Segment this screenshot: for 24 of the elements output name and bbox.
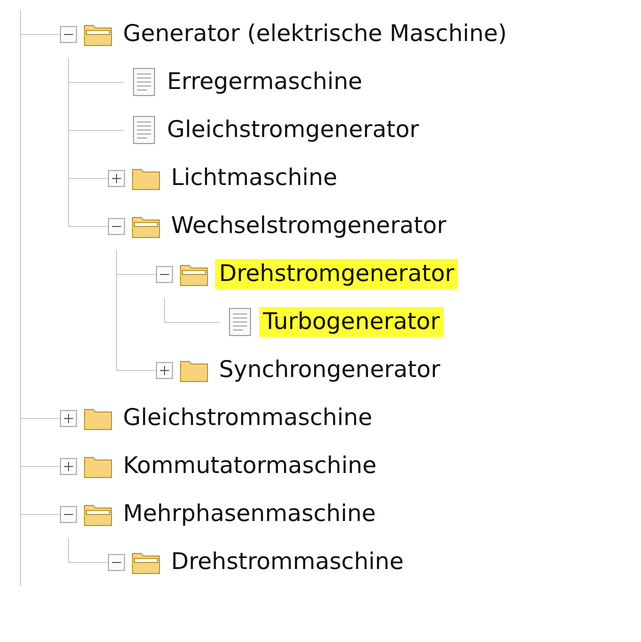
tree-item-label[interactable]: Mehrphasenmaschine bbox=[119, 499, 380, 529]
tree-item-label[interactable]: Drehstrommaschine bbox=[167, 547, 408, 577]
expand-toggle[interactable] bbox=[108, 170, 125, 186]
tree-item-label[interactable]: Wechselstromgenerator bbox=[167, 211, 450, 241]
tree-item-label[interactable]: Lichtmaschine bbox=[167, 163, 342, 193]
tree-item-label[interactable]: Synchrongenerator bbox=[215, 355, 444, 385]
expand-toggle[interactable] bbox=[60, 410, 77, 426]
document-icon bbox=[131, 67, 157, 97]
expand-toggle[interactable] bbox=[156, 362, 173, 378]
tree-item-label[interactable]: Drehstromgenerator bbox=[215, 259, 458, 289]
document-icon bbox=[131, 115, 157, 145]
collapse-toggle[interactable] bbox=[108, 554, 125, 570]
tree-item-label[interactable]: Erregermaschine bbox=[163, 67, 366, 97]
document-icon bbox=[227, 307, 253, 337]
collapse-toggle[interactable] bbox=[60, 26, 77, 42]
collapse-toggle[interactable] bbox=[108, 218, 125, 234]
tree-item-label[interactable]: Gleichstrommaschine bbox=[119, 403, 376, 433]
collapse-toggle[interactable] bbox=[156, 266, 173, 282]
tree-item-label[interactable]: Gleichstromgenerator bbox=[163, 115, 423, 145]
tree-item-label[interactable]: Turbogenerator bbox=[259, 307, 444, 337]
collapse-toggle[interactable] bbox=[60, 506, 77, 522]
expand-toggle[interactable] bbox=[60, 458, 77, 474]
tree-item-label[interactable]: Generator (elektrische Maschine) bbox=[119, 19, 511, 49]
tree-item-label[interactable]: Kommutatormaschine bbox=[119, 451, 380, 481]
